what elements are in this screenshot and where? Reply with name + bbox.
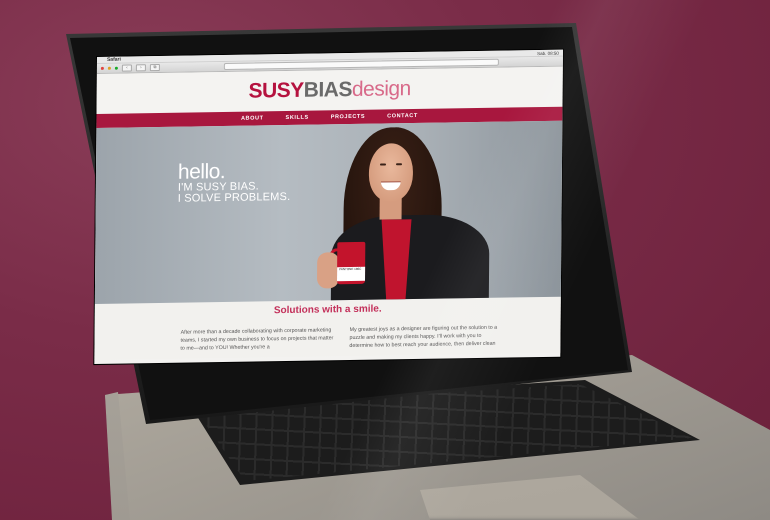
hero-banner: hello. I'M SUSY BIAS. I SOLVE PROBLEMS. … xyxy=(94,120,563,305)
portrait-eye-right xyxy=(396,163,403,166)
nav-projects[interactable]: PROJECTS xyxy=(331,114,366,121)
intro-column-2: My greatest joys as a designer are figur… xyxy=(349,325,498,350)
zoom-window-icon[interactable] xyxy=(114,66,118,70)
nav-about[interactable]: ABOUT xyxy=(241,115,264,121)
nav-skills[interactable]: SKILLS xyxy=(286,115,309,121)
back-button[interactable]: ‹ xyxy=(121,64,132,72)
portrait-face xyxy=(368,143,414,202)
logo-bias: BIAS xyxy=(303,77,353,102)
laptop-screen: Safari Sab. 08:50 ‹ › ⧉ SUSYBIASdesign A… xyxy=(94,49,563,365)
site-logo[interactable]: SUSYBIASdesign xyxy=(248,77,410,104)
hero-text: hello. I'M SUSY BIAS. I SOLVE PROBLEMS. xyxy=(177,159,291,205)
forward-button[interactable]: › xyxy=(135,64,146,72)
logo-design: design xyxy=(351,77,411,101)
tagline: Solutions with a smile. xyxy=(273,303,382,317)
minimize-window-icon[interactable] xyxy=(107,66,111,70)
logo-susy: SUSY xyxy=(248,78,304,103)
intro-columns: After more than a decade collaborating w… xyxy=(94,318,560,360)
mug-label: PANTONE 186C xyxy=(337,266,366,282)
menu-clock[interactable]: Sab. 08:50 xyxy=(537,50,559,55)
intro-column-1: After more than a decade collaborating w… xyxy=(180,327,334,352)
close-window-icon[interactable] xyxy=(100,66,104,70)
menu-app-name[interactable]: Safari xyxy=(107,57,121,63)
hero-hello: hello. xyxy=(177,159,226,184)
portrait-eye-left xyxy=(380,163,387,166)
sidebar-button[interactable]: ⧉ xyxy=(149,64,160,72)
portrait-hand xyxy=(316,252,340,289)
laptop-scene: Safari Sab. 08:50 ‹ › ⧉ SUSYBIASdesign A… xyxy=(0,0,770,520)
hero-line-2: I SOLVE PROBLEMS. xyxy=(177,190,291,205)
nav-contact[interactable]: CONTACT xyxy=(387,113,418,119)
intro-section: Solutions with a smile. After more than … xyxy=(94,296,561,360)
